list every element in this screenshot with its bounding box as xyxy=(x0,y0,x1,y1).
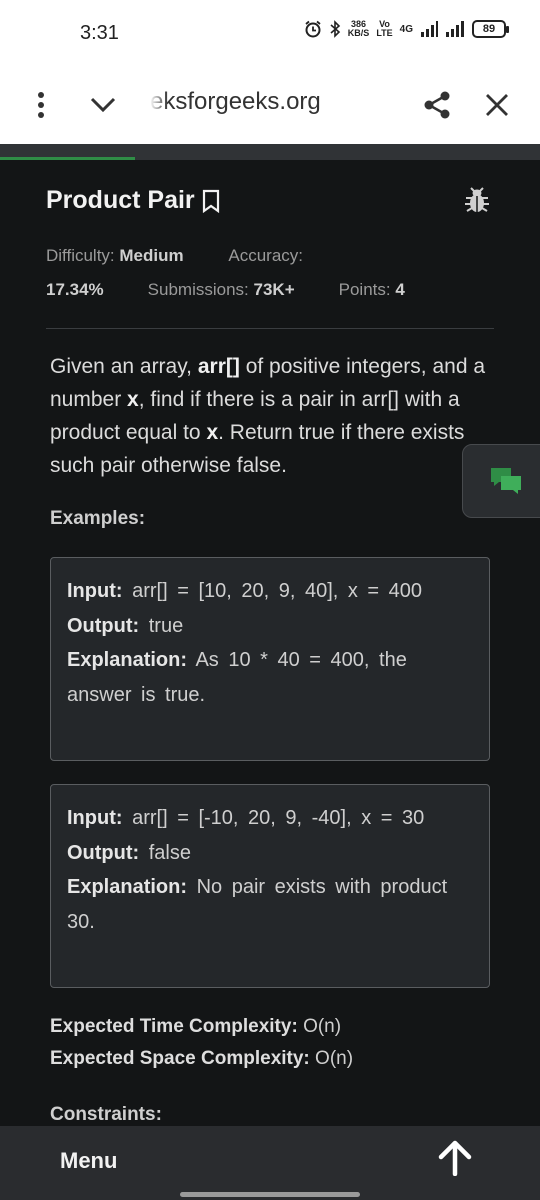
share-icon[interactable] xyxy=(420,88,454,122)
arrow-up-icon[interactable] xyxy=(438,1140,472,1176)
more-vert-icon[interactable] xyxy=(24,88,58,122)
bug-report-icon[interactable] xyxy=(464,186,490,214)
example-box: Input: arr[] = [10, 20, 9, 40], x = 400 … xyxy=(50,557,490,761)
status-bar: 3:31 386 KB/S Vo LTE 4G 89 xyxy=(0,0,540,66)
time-complexity: Expected Time Complexity: O(n) xyxy=(50,1016,342,1037)
accuracy-value: 17.34% xyxy=(46,280,104,299)
constraints-heading: Constraints: xyxy=(50,1104,162,1125)
difficulty-accuracy-row: Difficulty: Medium Accuracy: xyxy=(46,246,303,266)
examples-heading: Examples: xyxy=(50,508,146,529)
submissions-stat: Submissions: 73K+ xyxy=(147,280,295,299)
problem-title-text: Product Pair xyxy=(46,186,195,214)
signal-icon xyxy=(446,21,464,37)
network-type: 4G xyxy=(399,23,413,35)
example-box: Input: arr[] = [-10, 20, 9, -40], x = 30… xyxy=(50,784,490,988)
data-speed: 386 KB/S xyxy=(347,19,370,38)
signal-icon xyxy=(421,21,438,37)
bluetooth-icon xyxy=(330,20,340,38)
points-stat: Points: 4 xyxy=(338,280,405,299)
problem-title: Product Pair xyxy=(46,186,221,215)
difficulty-label: Difficulty: xyxy=(46,246,115,265)
chat-icon xyxy=(491,468,521,494)
complexity-section: Expected Time Complexity: O(n) Expected … xyxy=(50,1011,353,1075)
browser-toolbar: eksforgeeks.org xyxy=(0,66,540,144)
battery-icon: 89 xyxy=(472,20,509,38)
chat-button[interactable] xyxy=(462,444,540,518)
menu-button[interactable]: Menu xyxy=(60,1148,117,1174)
problem-page: Product Pair Difficulty: Medium Accuracy… xyxy=(0,160,540,1126)
divider xyxy=(46,328,494,329)
volte-indicator: Vo LTE xyxy=(376,19,393,38)
close-icon[interactable] xyxy=(480,88,514,122)
difficulty-value: Medium xyxy=(119,246,184,265)
home-indicator[interactable] xyxy=(180,1192,360,1197)
status-time: 3:31 xyxy=(80,22,119,44)
url-text[interactable]: eksforgeeks.org xyxy=(150,88,321,116)
status-icons: 386 KB/S Vo LTE 4G 89 xyxy=(304,19,509,38)
stats-row: 17.34% Submissions: 73K+ Points: 4 xyxy=(46,280,405,300)
bottom-bar: Menu xyxy=(0,1126,540,1200)
problem-description: Given an array, arr[] of positive intege… xyxy=(50,355,486,477)
bookmark-icon[interactable] xyxy=(201,189,221,213)
alarm-icon xyxy=(305,20,321,38)
chevron-down-icon[interactable] xyxy=(86,88,120,122)
accuracy-label: Accuracy: xyxy=(228,246,303,265)
space-complexity: Expected Space Complexity: O(n) xyxy=(50,1048,354,1069)
